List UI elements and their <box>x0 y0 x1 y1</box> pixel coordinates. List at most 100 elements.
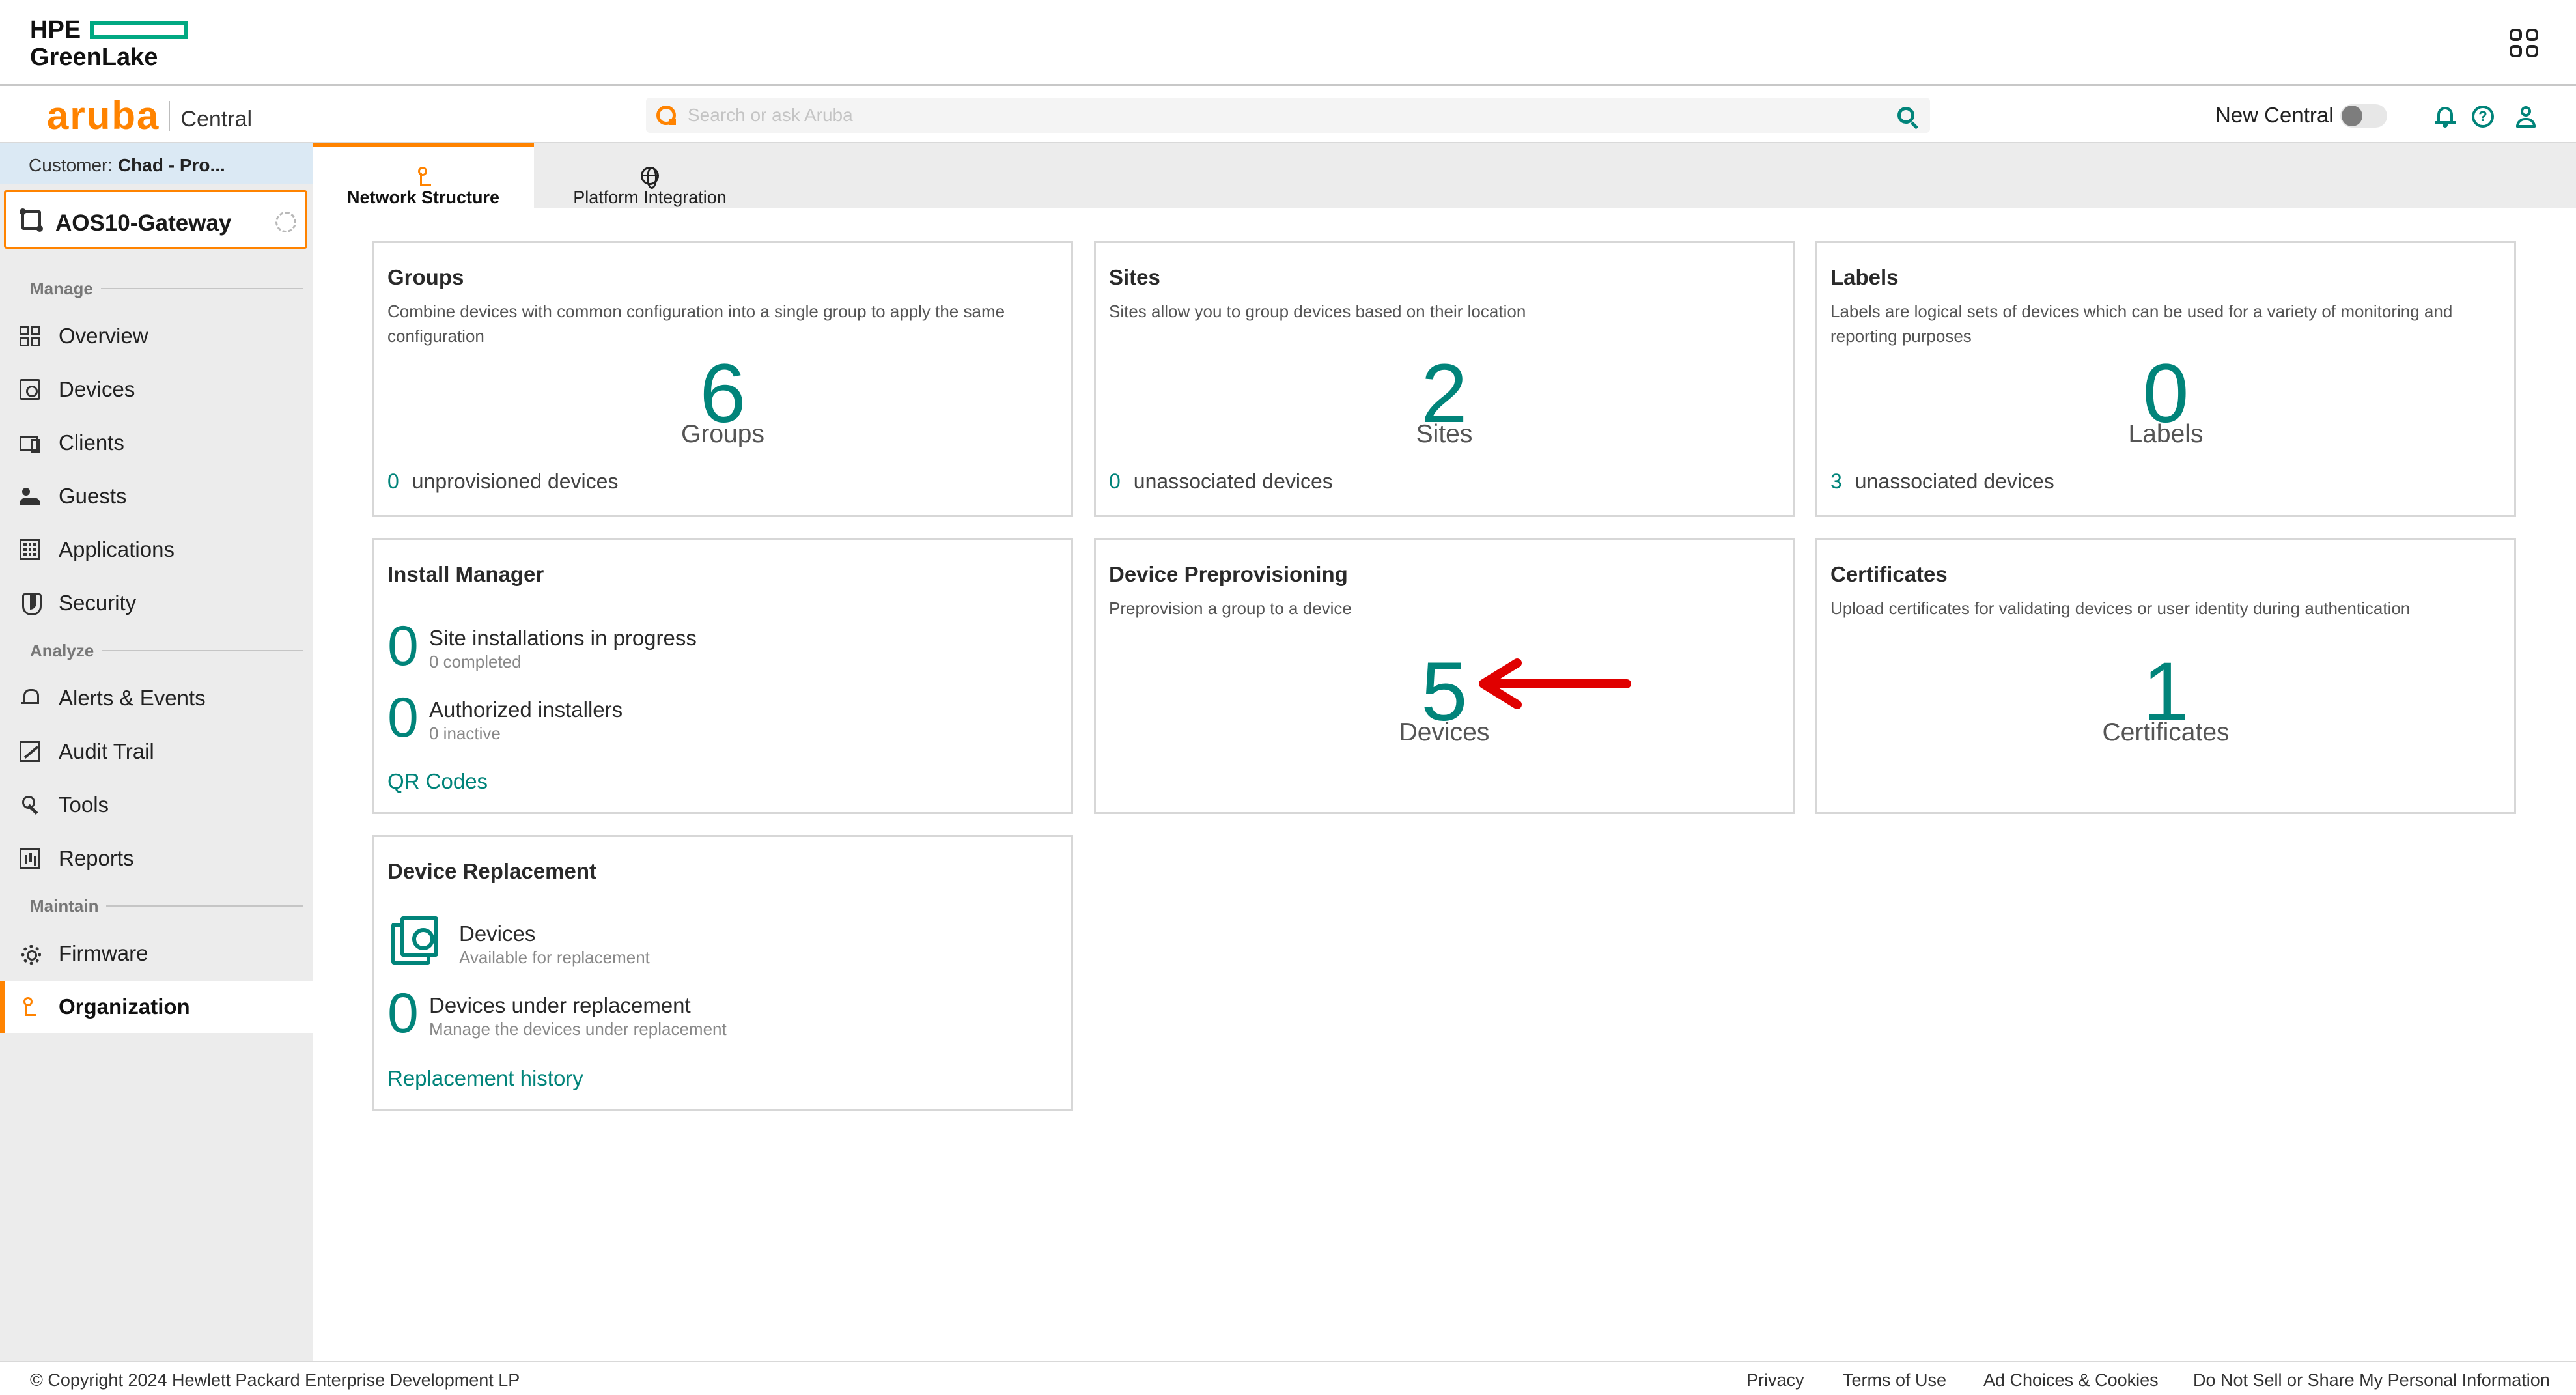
authorized-installers-count: 0 <box>387 686 419 749</box>
devices-under-replacement-sub: Manage the devices under replacement <box>429 1019 727 1039</box>
tab-label: Platform Integration <box>573 188 727 207</box>
section-maintain: Maintain <box>30 896 303 916</box>
sidebar-item-devices[interactable]: Devices <box>0 363 313 416</box>
customer-name: Chad - Pro... <box>117 155 225 175</box>
new-central-toggle[interactable] <box>2340 104 2387 128</box>
customer-selector[interactable]: Customer: Chad - Pro... <box>0 143 313 184</box>
card-title: Certificates <box>1830 562 1948 586</box>
clients-icon <box>20 432 40 453</box>
user-icon[interactable] <box>2515 106 2537 128</box>
authorized-installers-row[interactable]: 0 Authorized installers 0 inactive <box>387 690 1039 748</box>
replacement-history-link[interactable]: Replacement history <box>387 1066 583 1091</box>
sidebar-item-label: Devices <box>59 377 135 401</box>
labels-count-label: Labels <box>2128 420 2204 448</box>
new-central-label: New Central <box>2215 103 2334 127</box>
replacement-devices-row[interactable]: Devices Available for replacement <box>387 914 1039 972</box>
scope-selector[interactable]: AOS10-Gateway <box>4 190 307 249</box>
sites-card[interactable]: Sites Sites allow you to group devices b… <box>1094 241 1795 517</box>
sites-count-label: Sites <box>1416 420 1473 448</box>
organization-icon <box>20 996 40 1017</box>
sidebar-item-label: Clients <box>59 430 124 455</box>
site-installations-sub: 0 completed <box>429 652 522 671</box>
certificates-card[interactable]: Certificates Upload certificates for val… <box>1815 538 2516 814</box>
devices-under-replacement-title: Devices under replacement <box>429 993 691 1017</box>
loading-spinner-icon <box>275 212 296 232</box>
card-title: Labels <box>1830 265 1899 289</box>
do-not-sell-link[interactable]: Do Not Sell or Share My Personal Informa… <box>2193 1370 2550 1390</box>
tab-platform-integration[interactable]: Platform Integration <box>534 143 766 208</box>
card-description: Upload certificates for validating devic… <box>1830 599 2411 618</box>
sidebar-item-label: Guests <box>59 484 127 508</box>
card-description: Sites allow you to group devices based o… <box>1109 302 1526 321</box>
sidebar-item-reports[interactable]: Reports <box>0 832 313 884</box>
sidebar-item-applications[interactable]: Applications <box>0 524 313 576</box>
terms-of-use-link[interactable]: Terms of Use <box>1843 1370 1946 1390</box>
search-icon[interactable] <box>1897 107 1914 124</box>
site-installations-row[interactable]: 0 Site installations in progress 0 compl… <box>387 618 1039 677</box>
card-title: Install Manager <box>387 562 544 586</box>
devices-under-replacement-row[interactable]: 0 Devices under replacement Manage the d… <box>387 985 1039 1044</box>
firmware-gear-icon <box>20 943 41 965</box>
labels-card[interactable]: Labels Labels are logical sets of device… <box>1815 241 2516 517</box>
annotation-arrow-icon <box>1479 658 1631 709</box>
sidebar-item-overview[interactable]: Overview <box>0 310 313 362</box>
sidebar-item-alerts-events[interactable]: Alerts & Events <box>0 672 313 724</box>
page-footer: © Copyright 2024 Hewlett Packard Enterpr… <box>0 1361 2576 1395</box>
sidebar-item-guests[interactable]: Guests <box>0 470 313 522</box>
authorized-installers-sub: 0 inactive <box>429 724 501 743</box>
sidebar-item-organization[interactable]: Organization <box>0 981 313 1033</box>
unassociated-count: 3 <box>1830 470 1842 493</box>
logo-divider <box>169 101 171 131</box>
sidebar-item-label: Organization <box>59 994 190 1019</box>
devices-under-replacement-count: 0 <box>387 982 419 1045</box>
unassociated-devices-labels[interactable]: 3 unassociated devices <box>1830 470 2054 494</box>
card-description: Combine devices with common configuratio… <box>387 302 1005 346</box>
customer-label: Customer: <box>29 155 113 175</box>
privacy-link[interactable]: Privacy <box>1746 1370 1804 1390</box>
global-search <box>646 98 1930 133</box>
ad-choices-link[interactable]: Ad Choices & Cookies <box>1983 1370 2159 1390</box>
main-content: Network Structure Platform Integration G… <box>313 143 2576 1361</box>
sidebar-item-label: Applications <box>59 537 175 561</box>
groups-card[interactable]: Groups Combine devices with common confi… <box>372 241 1073 517</box>
device-preprovisioning-card[interactable]: Device Preprovisioning Preprovision a gr… <box>1094 538 1795 814</box>
unprovisioned-devices[interactable]: 0 unprovisioned devices <box>387 470 618 494</box>
section-analyze: Analyze <box>30 641 303 661</box>
reports-icon <box>20 848 40 869</box>
card-title: Device Replacement <box>387 859 596 883</box>
qr-codes-link[interactable]: QR Codes <box>387 769 488 794</box>
apps-grid-icon[interactable] <box>2510 29 2538 57</box>
site-installations-title: Site installations in progress <box>429 626 697 650</box>
sidebar-item-security[interactable]: Security <box>0 577 313 629</box>
sidebar-item-clients[interactable]: Clients <box>0 417 313 469</box>
tab-label: Network Structure <box>346 188 500 207</box>
unprovisioned-count: 0 <box>387 470 399 493</box>
site-installations-count: 0 <box>387 615 419 677</box>
audit-trail-icon <box>20 741 40 762</box>
sidebar-item-firmware[interactable]: Firmware <box>0 927 313 979</box>
authorized-installers-title: Authorized installers <box>429 698 623 722</box>
aruba-central-header: aruba Central New Central ? <box>0 86 2576 143</box>
install-manager-card: Install Manager 0 Site installations in … <box>372 538 1073 814</box>
hpe-logo-text: HPE <box>30 16 81 44</box>
bell-icon[interactable] <box>2434 106 2456 128</box>
sidebar-item-tools[interactable]: Tools <box>0 779 313 831</box>
copyright-text: © Copyright 2024 Hewlett Packard Enterpr… <box>30 1370 520 1390</box>
aruba-logo-text: aruba <box>47 94 160 137</box>
preprovisioned-devices-label: Devices <box>1399 718 1490 746</box>
hpe-greenlake-logo[interactable]: HPE GreenLake <box>30 17 188 72</box>
sidebar: Customer: Chad - Pro... AOS10-Gateway Ma… <box>0 143 313 1361</box>
product-name: Central <box>180 106 252 132</box>
shield-icon <box>20 593 42 615</box>
replacement-devices-sub: Available for replacement <box>459 948 650 967</box>
tab-network-structure[interactable]: Network Structure <box>313 143 534 208</box>
unassociated-devices-sites[interactable]: 0 unassociated devices <box>1109 470 1333 494</box>
alerts-bell-icon <box>20 688 40 709</box>
search-input[interactable] <box>688 102 1873 129</box>
section-manage: Manage <box>30 279 303 299</box>
sidebar-item-label: Reports <box>59 846 134 870</box>
sidebar-item-audit-trail[interactable]: Audit Trail <box>0 726 313 778</box>
applications-icon <box>20 539 40 560</box>
help-icon[interactable]: ? <box>2472 106 2494 128</box>
aruba-central-logo[interactable]: aruba Central <box>47 94 252 137</box>
